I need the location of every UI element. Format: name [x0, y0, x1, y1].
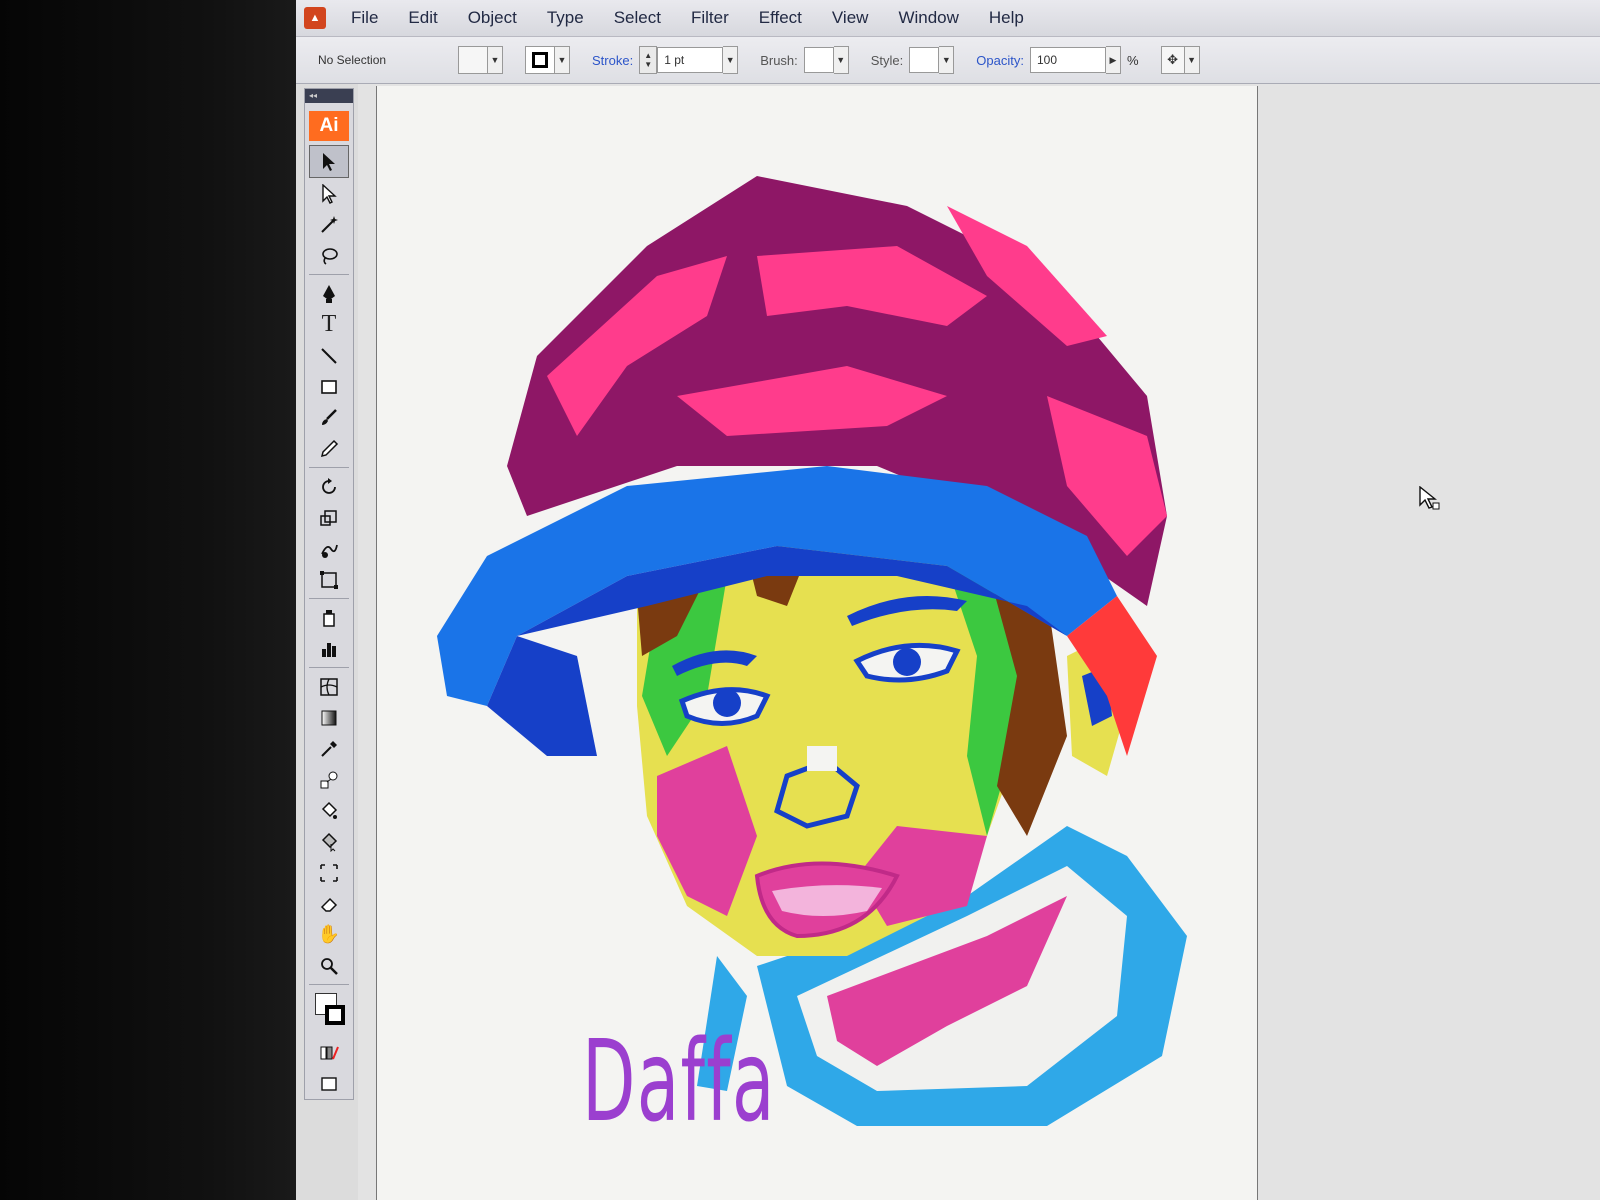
wpap-portrait-artwork[interactable] — [427, 136, 1207, 1136]
mouse-cursor-icon — [1419, 486, 1440, 510]
screen-mode-icon[interactable] — [309, 1068, 349, 1099]
menu-bar: ▲ File Edit Object Type Select Filter Ef… — [296, 0, 1600, 37]
free-transform-tool-icon[interactable] — [309, 564, 349, 595]
right-eye-pupil — [893, 648, 921, 676]
zoom-tool-icon[interactable] — [309, 950, 349, 981]
menu-help[interactable]: Help — [974, 0, 1039, 36]
opacity-field[interactable]: 100 — [1029, 47, 1106, 73]
style-label: Style: — [870, 52, 904, 68]
stroke-swatch-icon — [532, 52, 548, 68]
stroke-weight-field[interactable]: 1 pt — [657, 47, 724, 73]
style-field[interactable] — [909, 47, 940, 73]
pen-tool-icon[interactable] — [309, 278, 349, 309]
menu-type[interactable]: Type — [532, 0, 599, 36]
blend-tool-icon[interactable] — [309, 764, 349, 795]
hand-tool-icon[interactable]: ✋ — [309, 919, 349, 950]
brush-field[interactable] — [803, 47, 834, 73]
canvas-area[interactable]: Daffa — [358, 84, 1600, 1200]
tools-panel: ◂◂ Ai T ✋ — [304, 88, 354, 1100]
symbol-sprayer-tool-icon[interactable] — [309, 602, 349, 633]
menu-file[interactable]: File — [336, 0, 393, 36]
ai-logo: Ai — [309, 111, 349, 141]
paintbrush-tool-icon[interactable] — [309, 402, 349, 433]
stroke-color-box[interactable] — [325, 1005, 345, 1025]
illustrator-window: ▲ File Edit Object Type Select Filter Ef… — [296, 0, 1600, 1200]
menu-effect[interactable]: Effect — [744, 0, 817, 36]
opacity-flyout-arrow[interactable]: ▶ — [1105, 46, 1121, 74]
menu-filter[interactable]: Filter — [676, 0, 744, 36]
live-paint-bucket-tool-icon[interactable] — [309, 795, 349, 826]
left-eye-pupil — [713, 689, 741, 717]
control-bar: No Selection ▼ ▼ Stroke: ▲ ▼ 1 pt ▼ Brush… — [296, 37, 1600, 84]
live-paint-selection-tool-icon[interactable] — [309, 826, 349, 857]
stroke-weight-value: 1 pt — [664, 53, 685, 67]
fill-dropdown-arrow[interactable]: ▼ — [488, 46, 503, 74]
rectangle-tool-icon[interactable] — [309, 371, 349, 402]
lasso-tool-icon[interactable] — [309, 240, 349, 271]
menu-view[interactable]: View — [817, 0, 884, 36]
artboard[interactable]: Daffa — [376, 86, 1258, 1200]
selection-status: No Selection — [318, 53, 387, 67]
type-tool-icon[interactable]: T — [309, 309, 349, 340]
rotate-tool-icon[interactable] — [309, 471, 349, 502]
magic-wand-tool-icon[interactable] — [309, 209, 349, 240]
monitor-bezel — [0, 0, 300, 1200]
select-similar-dropdown[interactable]: ▼ — [1184, 46, 1200, 74]
panel-grip[interactable]: ◂◂ — [305, 89, 353, 103]
stroke-label[interactable]: Stroke: — [592, 53, 633, 68]
selection-tool-icon[interactable] — [309, 145, 349, 178]
menu-select[interactable]: Select — [599, 0, 676, 36]
opacity-label[interactable]: Opacity: — [976, 53, 1024, 68]
mesh-tool-icon[interactable] — [309, 671, 349, 702]
fill-swatch[interactable] — [458, 46, 488, 74]
opacity-unit: % — [1126, 52, 1139, 68]
fill-stroke-control[interactable] — [309, 989, 349, 1033]
select-similar-icon[interactable]: ✥ — [1160, 46, 1185, 74]
stroke-weight-stepper[interactable]: ▲ ▼ — [639, 46, 658, 74]
menu-object[interactable]: Object — [453, 0, 532, 36]
menu-edit[interactable]: Edit — [393, 0, 452, 36]
brush-dropdown[interactable]: ▼ — [833, 46, 849, 74]
gradient-tool-icon[interactable] — [309, 702, 349, 733]
stroke-weight-dropdown[interactable]: ▼ — [723, 46, 739, 74]
stroke-swatch[interactable] — [525, 46, 555, 74]
eyedropper-tool-icon[interactable] — [309, 733, 349, 764]
menu-window[interactable]: Window — [883, 0, 973, 36]
warp-tool-icon[interactable] — [309, 533, 349, 564]
direct-selection-tool-icon[interactable] — [309, 178, 349, 209]
artwork-caption[interactable]: Daffa — [582, 1026, 776, 1138]
scale-tool-icon[interactable] — [309, 502, 349, 533]
none-color-icon[interactable] — [309, 1037, 349, 1068]
eraser-tool-icon[interactable] — [309, 888, 349, 919]
line-segment-tool-icon[interactable] — [309, 340, 349, 371]
nose-highlight — [807, 746, 837, 771]
stroke-dropdown-arrow[interactable]: ▼ — [555, 46, 570, 74]
opacity-value: 100 — [1036, 53, 1057, 67]
app-icon: ▲ — [304, 7, 326, 29]
brush-label: Brush: — [760, 52, 798, 68]
column-graph-tool-icon[interactable] — [309, 633, 349, 664]
slice-tool-icon[interactable] — [309, 857, 349, 888]
style-dropdown[interactable]: ▼ — [939, 46, 955, 74]
pencil-tool-icon[interactable] — [309, 433, 349, 464]
